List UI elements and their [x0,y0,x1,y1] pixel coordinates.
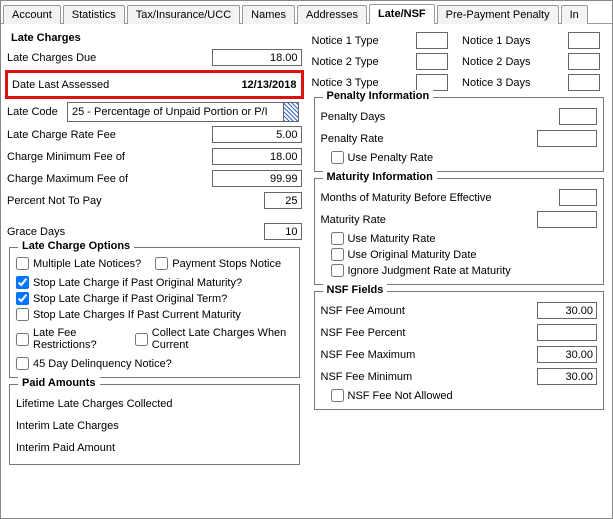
tab-statistics[interactable]: Statistics [63,5,125,24]
notice-2-type-input[interactable] [416,53,448,70]
maturity-information-legend: Maturity Information [323,171,437,183]
tab-addresses[interactable]: Addresses [297,5,367,24]
penalty-days-input[interactable] [559,108,597,125]
stop-past-original-term-checkbox[interactable]: Stop Late Charge if Past Original Term? [16,292,293,305]
charge-max-fee-label: Charge Maximum Fee of [7,173,212,185]
late-charges-title: Late Charges [11,32,302,44]
nsf-fee-min-input[interactable] [537,368,597,385]
nsf-fee-max-label: NSF Fee Maximum [321,349,538,361]
use-penalty-rate-checkbox[interactable]: Use Penalty Rate [331,151,598,164]
paid-amounts-legend: Paid Amounts [18,377,100,389]
tab-names[interactable]: Names [242,5,295,24]
notice-grid: Notice 1 Type Notice 1 Days Notice 2 Typ… [312,32,607,91]
use-original-maturity-date-checkbox[interactable]: Use Original Maturity Date [331,248,598,261]
nsf-fee-max-input[interactable] [537,346,597,363]
nsf-fee-min-label: NSF Fee Minimum [321,371,538,383]
late-fee-restrictions-checkbox[interactable]: Late Fee Restrictions? [16,327,121,351]
penalty-information-group: Penalty Information Penalty Days Penalty… [314,97,605,172]
notice-1-type-input[interactable] [416,32,448,49]
notice-1-type-label: Notice 1 Type [312,35,409,47]
tab-late-nsf[interactable]: Late/NSF [369,4,435,24]
notice-2-type-label: Notice 2 Type [312,56,409,68]
late-charge-options-legend: Late Charge Options [18,240,134,252]
nsf-fee-amount-label: NSF Fee Amount [321,305,538,317]
forty-five-day-notice-checkbox[interactable]: 45 Day Delinquency Notice? [16,357,293,370]
late-charges-due-input[interactable] [212,49,302,66]
date-last-assessed-value: 12/13/2018 [241,79,296,91]
maturity-rate-input[interactable] [537,211,597,228]
percent-not-to-pay-label: Percent Not To Pay [7,195,264,207]
nsf-fee-percent-input[interactable] [537,324,597,341]
late-charge-rate-fee-label: Late Charge Rate Fee [7,129,212,141]
charge-min-fee-label: Charge Minimum Fee of [7,151,212,163]
months-before-effective-label: Months of Maturity Before Effective [321,192,560,204]
notice-1-days-input[interactable] [568,32,600,49]
notice-3-days-input[interactable] [568,74,600,91]
late-charge-rate-fee-input[interactable] [212,126,302,143]
penalty-rate-label: Penalty Rate [321,133,538,145]
months-before-effective-input[interactable] [559,189,597,206]
paid-amounts-group: Paid Amounts Lifetime Late Charges Colle… [9,384,300,465]
penalty-days-label: Penalty Days [321,111,560,123]
notice-1-days-label: Notice 1 Days [462,35,560,47]
date-last-assessed-label: Date Last Assessed [12,79,241,91]
lifetime-late-charges-collected-label: Lifetime Late Charges Collected [16,398,293,410]
nsf-fee-amount-input[interactable] [537,302,597,319]
ignore-judgment-rate-checkbox[interactable]: Ignore Judgment Rate at Maturity [331,264,598,277]
late-charge-options-group: Late Charge Options Multiple Late Notice… [9,247,300,378]
tab-strip: Account Statistics Tax/Insurance/UCC Nam… [1,1,612,24]
interim-late-charges-label: Interim Late Charges [16,420,293,432]
notice-3-days-label: Notice 3 Days [462,77,560,89]
stop-past-original-maturity-checkbox[interactable]: Stop Late Charge if Past Original Maturi… [16,276,293,289]
nsf-fields-group: NSF Fields NSF Fee Amount NSF Fee Percen… [314,291,605,410]
nsf-fee-percent-label: NSF Fee Percent [321,327,538,339]
notice-3-type-input[interactable] [416,74,448,91]
interim-paid-amount-label: Interim Paid Amount [16,442,293,454]
grace-days-label: Grace Days [7,226,264,238]
notice-2-days-label: Notice 2 Days [462,56,560,68]
percent-not-to-pay-input[interactable] [264,192,302,209]
nsf-fee-not-allowed-checkbox[interactable]: NSF Fee Not Allowed [331,389,598,402]
late-code-dropdown[interactable]: 25 - Percentage of Unpaid Portion or P/I [67,102,299,122]
use-maturity-rate-checkbox[interactable]: Use Maturity Rate [331,232,598,245]
tab-in[interactable]: In [561,5,588,24]
dropdown-icon [283,103,298,121]
date-last-assessed-highlight: Date Last Assessed 12/13/2018 [5,70,304,99]
charge-min-fee-input[interactable] [212,148,302,165]
left-column: Late Charges Late Charges Due Date Last … [7,28,302,471]
right-column: Notice 1 Type Notice 1 Days Notice 2 Typ… [312,28,607,471]
penalty-information-legend: Penalty Information [323,90,434,102]
tab-pre-payment-penalty[interactable]: Pre-Payment Penalty [437,5,559,24]
late-code-value: 25 - Percentage of Unpaid Portion or P/I [68,106,283,118]
notice-2-days-input[interactable] [568,53,600,70]
stop-past-current-maturity-checkbox[interactable]: Stop Late Charges If Past Current Maturi… [16,308,293,321]
late-charges-due-label: Late Charges Due [7,52,212,64]
late-code-label: Late Code [7,106,67,118]
charge-max-fee-input[interactable] [212,170,302,187]
tab-account[interactable]: Account [3,5,61,24]
notice-3-type-label: Notice 3 Type [312,77,409,89]
grace-days-input[interactable] [264,223,302,240]
maturity-rate-label: Maturity Rate [321,214,538,226]
penalty-rate-input[interactable] [537,130,597,147]
collect-when-current-checkbox[interactable]: Collect Late Charges When Current [135,327,293,351]
payment-stops-notice-checkbox[interactable]: Payment Stops Notice [155,257,281,270]
multiple-late-notices-checkbox[interactable]: Multiple Late Notices? [16,257,141,270]
tab-tax-insurance-ucc[interactable]: Tax/Insurance/UCC [127,5,240,24]
late-nsf-panel: Account Statistics Tax/Insurance/UCC Nam… [0,0,613,519]
maturity-information-group: Maturity Information Months of Maturity … [314,178,605,285]
nsf-fields-legend: NSF Fields [323,284,388,296]
